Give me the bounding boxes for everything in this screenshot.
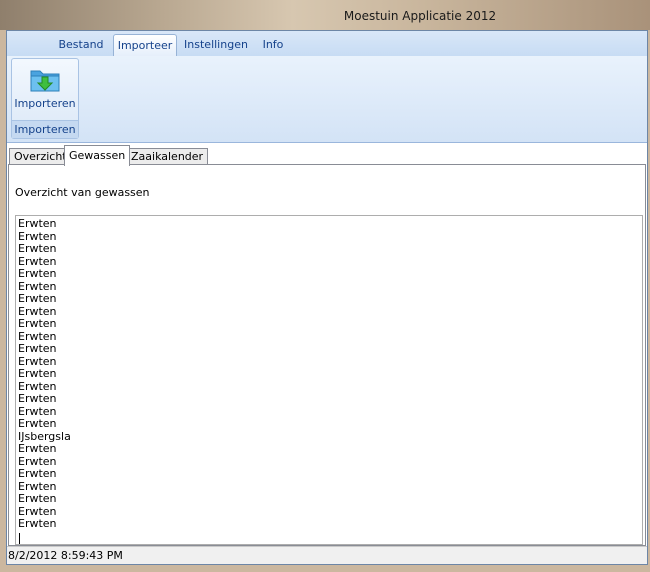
tab-overzicht[interactable]: Overzicht [9,148,72,165]
crop-list-item: Erwten [18,404,57,418]
gewassen-textbox[interactable]: Erwten Erwten Erwten Erwten Erwten Erwten Erwt… [15,215,643,545]
tab-page-gewassen: Overzicht van gewassen Erwten Erwten Erwte… [8,164,646,546]
ribbon-group-caption: Importeren [12,120,78,138]
crop-list-item: Erwten [18,517,57,530]
crop-list-item: Erwten [18,479,57,493]
crop-list-item: Erwten [18,217,57,230]
crop-list-item: Erwten [18,354,57,368]
crop-list-item: Erwten [18,392,57,405]
text-caret [19,533,20,544]
crop-list-item: Erwten [18,342,57,355]
importeren-button[interactable]: Importeren [14,61,76,115]
gewassen-heading: Overzicht van gewassen [15,186,150,199]
crop-list-item: Erwten [18,454,57,468]
ribbon-tab-importeer[interactable]: Importeer [113,34,177,56]
crop-list-item: Erwten [18,329,57,343]
crop-list-item: Erwten [18,492,57,505]
tab-gewassen[interactable]: Gewassen [64,145,131,166]
status-datetime: 8/2/2012 8:59:43 PM [8,549,123,562]
crop-list-item: Erwten [18,292,57,305]
tab-strip: Overzicht Gewassen Zaaikalender [7,145,647,166]
ribbon-tab-instellingen[interactable]: Instellingen [183,34,249,56]
crop-list-item: Erwten [18,279,57,293]
ribbon-tab-info[interactable]: Info [257,34,289,56]
crop-list-item: Erwten [18,267,57,280]
ribbon-panel: Importeren Importeren [7,56,647,143]
status-bar: 8/2/2012 8:59:43 PM [7,546,647,564]
crop-list-item: Erwten [18,317,57,330]
ribbon-tab-bestand[interactable]: Bestand [55,34,107,56]
crop-list-item: Erwten [18,417,57,430]
crop-list-item: Erwten [18,442,57,455]
crop-list-item: IJsbergsla [18,429,71,443]
ribbon-tab-row: Bestand Importeer Instellingen Info [7,31,647,57]
crop-list-item: Erwten [18,254,57,268]
tab-zaaikalender[interactable]: Zaaikalender [126,148,209,165]
crop-list-item: Erwten [18,304,57,318]
importeren-button-label: Importeren [14,97,76,110]
crop-list-item: Erwten [18,504,57,518]
crop-list: Erwten Erwten Erwten Erwten Erwten Erwten Erwt… [16,216,642,531]
title-bar[interactable]: Moestuin Applicatie 2012 [0,0,650,30]
ribbon-group-importeren: Importeren Importeren [11,58,79,139]
crop-list-item: Erwten [18,229,57,243]
window-title: Moestuin Applicatie 2012 [343,9,497,23]
crop-list-item: Erwten [18,467,57,480]
app-window: Bestand Importeer Instellingen Info Impo… [6,30,648,565]
crop-list-item: Erwten [18,242,57,255]
crop-list-item: Erwten [18,379,57,393]
folder-import-icon [30,70,60,92]
crop-list-item: Erwten [18,367,57,380]
